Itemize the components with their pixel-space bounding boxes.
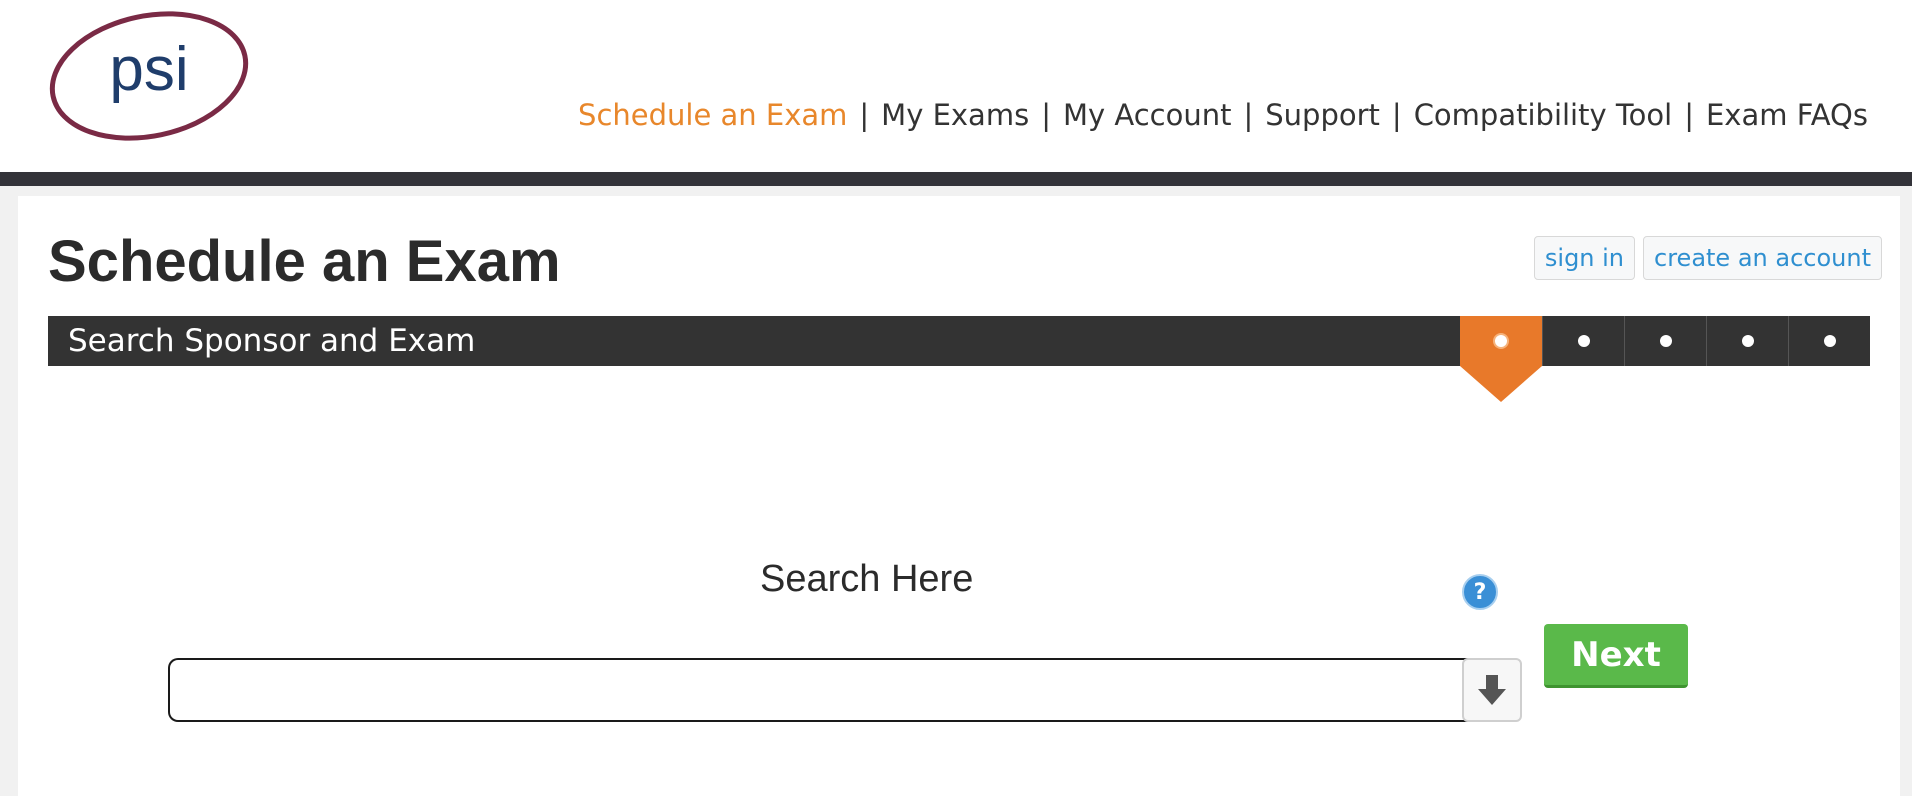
step-dot-icon bbox=[1741, 335, 1754, 347]
nav-my-exams[interactable]: My Exams bbox=[881, 98, 1029, 132]
step-2-indicator bbox=[1542, 316, 1624, 366]
nav-separator: | bbox=[859, 98, 870, 132]
search-label: Search Here bbox=[760, 558, 974, 600]
step-dot-icon bbox=[1577, 335, 1590, 347]
step-4-indicator bbox=[1706, 316, 1788, 366]
nav-my-account[interactable]: My Account bbox=[1063, 98, 1232, 132]
psi-logo[interactable]: psi bbox=[46, 8, 252, 144]
step-5-indicator bbox=[1788, 316, 1870, 366]
step-indicators bbox=[1460, 316, 1870, 402]
nav-exam-faqs[interactable]: Exam FAQs bbox=[1706, 98, 1868, 132]
nav-separator: | bbox=[1391, 98, 1402, 132]
header-divider bbox=[0, 172, 1912, 186]
step-3-indicator bbox=[1624, 316, 1706, 366]
sign-in-button[interactable]: sign in bbox=[1533, 236, 1636, 280]
nav-separator: | bbox=[1243, 98, 1254, 132]
next-button[interactable]: Next bbox=[1544, 624, 1688, 688]
psi-logo-text: psi bbox=[109, 35, 188, 104]
search-input[interactable] bbox=[168, 658, 1482, 722]
step-dot-icon bbox=[1823, 335, 1836, 347]
main-nav: Schedule an Exam | My Exams | My Account | Sup… bbox=[578, 98, 1868, 132]
nav-separator: | bbox=[1684, 98, 1694, 132]
nav-schedule-exam[interactable]: Schedule an Exam bbox=[578, 98, 847, 132]
arrow-down-icon bbox=[1478, 675, 1506, 705]
create-account-button[interactable]: create an account bbox=[1643, 236, 1882, 280]
current-step-label: Search Sponsor and Exam bbox=[68, 323, 476, 359]
page-title: Schedule an Exam bbox=[48, 229, 561, 294]
step-1-indicator bbox=[1460, 316, 1542, 402]
help-icon[interactable]: ? bbox=[1462, 574, 1498, 610]
step-dot-icon bbox=[1495, 335, 1507, 347]
dropdown-toggle-button[interactable] bbox=[1462, 658, 1522, 722]
main-content: Schedule an Exam sign in create an accou… bbox=[18, 196, 1900, 796]
nav-support[interactable]: Support bbox=[1265, 98, 1380, 132]
auth-links: sign in create an account bbox=[1533, 236, 1882, 280]
step-progress-bar: Search Sponsor and Exam bbox=[48, 316, 1870, 402]
site-header: psi Schedule an Exam | My Exams | My Account… bbox=[0, 0, 1912, 172]
nav-compatibility-tool[interactable]: Compatibility Tool bbox=[1414, 98, 1673, 132]
nav-separator: | bbox=[1041, 98, 1051, 132]
step-dot-icon bbox=[1659, 335, 1672, 347]
